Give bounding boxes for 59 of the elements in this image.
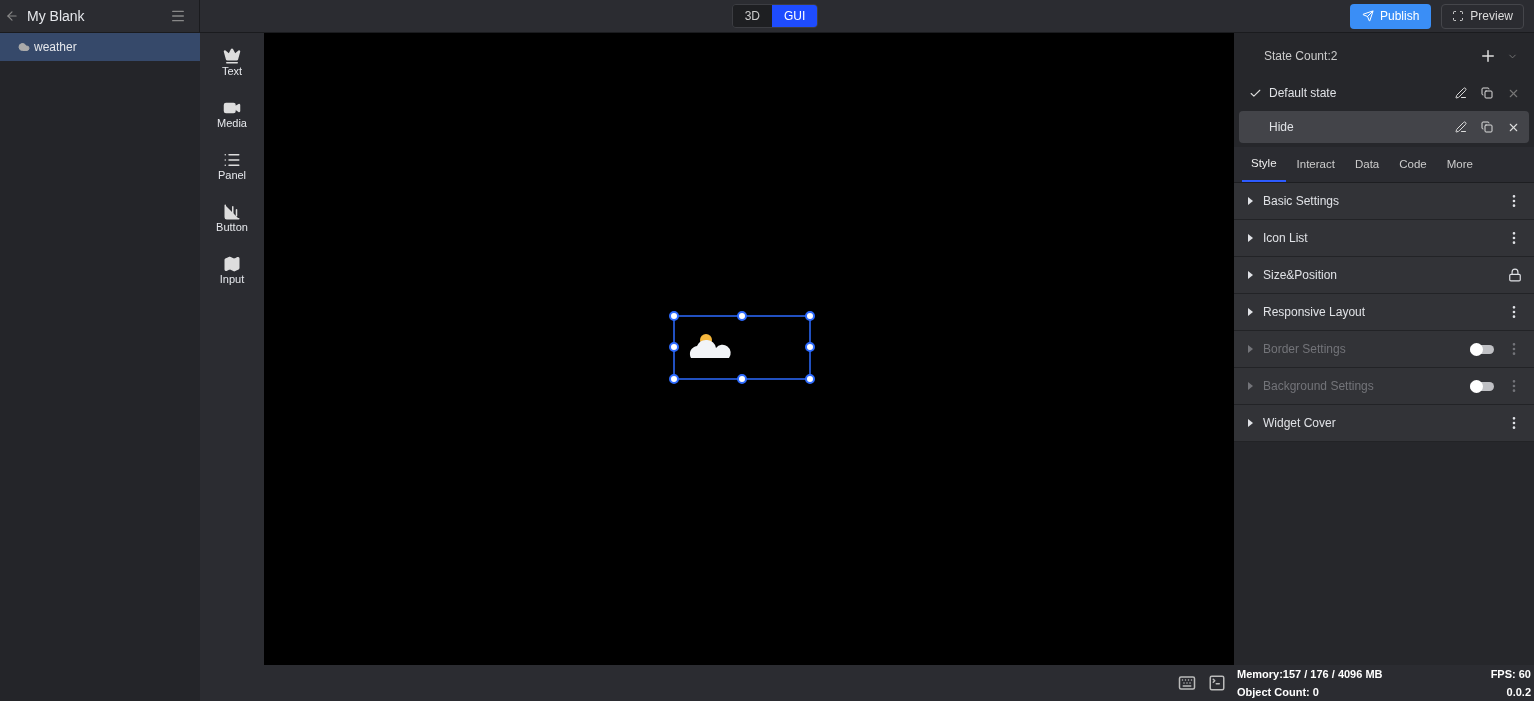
section-title: Icon List [1263,230,1309,247]
add-icon[interactable] [1479,47,1497,65]
expand-arrow-icon [1248,345,1253,353]
state-label: Hide [1269,119,1295,136]
state-label: Default state [1269,85,1338,102]
project-title: My Blank [27,6,86,26]
copy-icon[interactable] [1481,121,1493,133]
preview-button[interactable]: Preview [1441,3,1524,29]
settings-section[interactable]: Size&Position [1234,257,1534,294]
fullscreen-icon [1452,10,1465,22]
section-title: Widget Cover [1263,415,1337,432]
map-icon [223,255,241,273]
tab[interactable]: Code [1390,148,1436,182]
toolbox-button[interactable]: Media [217,99,247,129]
tab[interactable]: Data [1345,148,1389,182]
state-count: State Count:2 [1264,48,1339,65]
expand-arrow-icon [1248,308,1253,316]
list-icon [223,151,241,169]
toolbox-button[interactable]: Input [219,255,245,285]
toolbox-button[interactable]: Text [221,47,243,77]
menu-icon[interactable] [170,8,186,24]
cloud-icon [18,41,30,53]
selected-weather-widget[interactable] [668,310,815,384]
section-title: Background Settings [1263,378,1375,395]
expand-arrow-icon [1248,382,1253,390]
layer-item[interactable]: weather [0,33,200,61]
tab[interactable]: More [1437,148,1482,182]
expand-arrow-icon [1248,234,1253,242]
back-icon[interactable] [5,9,19,23]
section-title: Basic Settings [1263,193,1341,210]
version-number: 0.0.2 [1505,685,1531,700]
edit-icon[interactable] [1455,87,1467,99]
toolbox-button[interactable]: Panel [217,151,247,181]
memory-usage: Memory:157 / 176 / 4096 MB [1237,667,1384,682]
keyboard-icon[interactable] [1178,674,1196,692]
mode-tab[interactable]: 3D [732,5,772,27]
copy-icon[interactable] [1481,87,1493,99]
settings-section[interactable]: Responsive Layout [1234,294,1534,331]
fps-counter: FPS: 60 [1490,667,1531,682]
mode-tab[interactable]: GUI [771,5,818,27]
expand-arrow-icon [1248,197,1253,205]
tab[interactable]: Interact [1287,148,1344,182]
edit-icon[interactable] [1455,121,1467,133]
expand-arrow-icon [1248,271,1253,279]
toolbox-button[interactable]: Button [216,203,248,233]
settings-section[interactable]: Widget Cover [1234,405,1534,442]
expand-arrow-icon [1248,419,1253,427]
terminal-icon[interactable] [1208,674,1226,692]
state-item[interactable]: Default state [1239,77,1529,109]
crown-icon [223,47,241,65]
section-title: Responsive Layout [1263,304,1367,321]
settings-section[interactable]: Icon List [1234,220,1534,257]
settings-section[interactable]: Basic Settings [1234,183,1534,220]
section-title: Border Settings [1263,341,1347,358]
send-icon [1361,10,1374,22]
state-item[interactable]: Hide [1239,111,1529,143]
object-count: Object Count: 0 [1237,685,1320,700]
lock-icon[interactable] [1508,268,1522,282]
section-title: Size&Position [1263,267,1339,284]
